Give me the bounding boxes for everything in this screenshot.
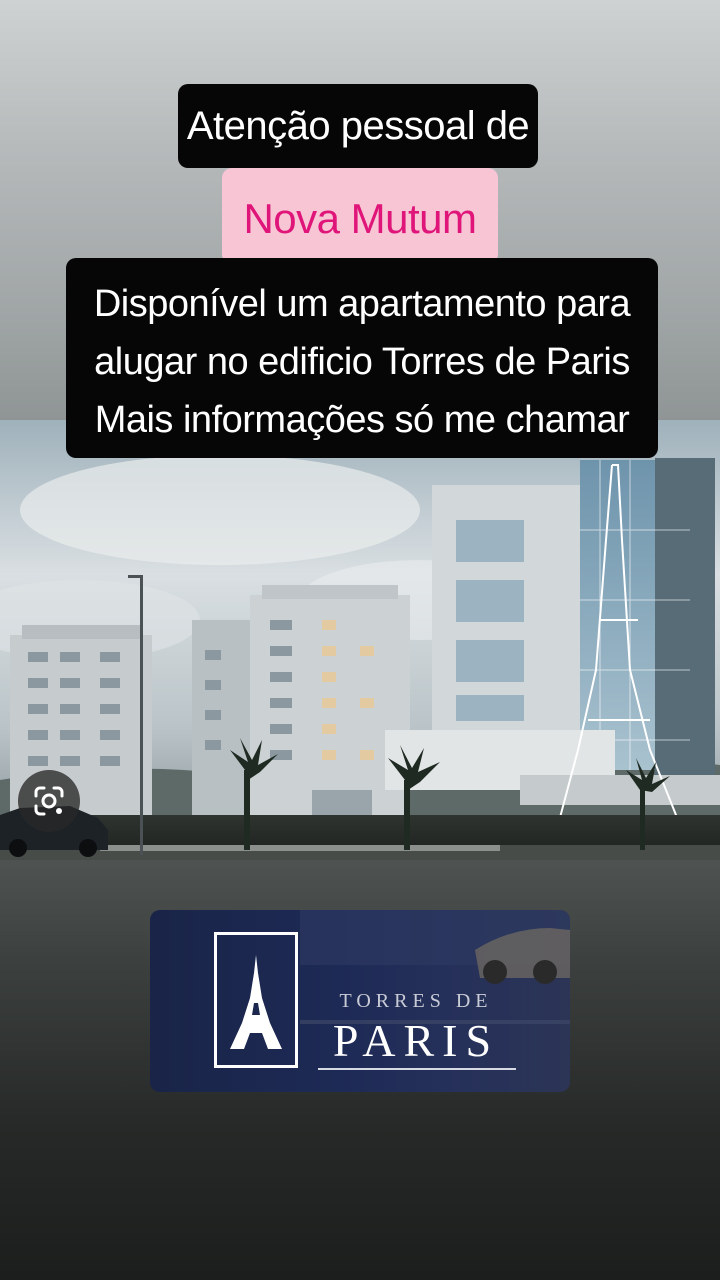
caption-para-line-2: alugar no edificio Torres de Paris xyxy=(94,341,630,383)
caption-para-line-3: Mais informações só me chamar xyxy=(94,399,630,441)
building-render-image xyxy=(0,420,720,860)
logo-title-top: TORRES DE xyxy=(339,990,493,1012)
logo-underline xyxy=(318,1068,516,1070)
logo-title-bottom: PARIS xyxy=(332,1015,500,1066)
caption-para-line-1: Disponível um apartamento para xyxy=(93,283,631,325)
caption-line-1: Atenção pessoal de xyxy=(186,104,530,148)
torres-de-paris-logo-card: TORRES DE PARIS xyxy=(150,910,570,1092)
building-render-svg xyxy=(0,420,720,860)
story-screen: { "story": { "line1": "Atenção pessoal d… xyxy=(0,0,720,1280)
lens-search-icon xyxy=(34,786,64,816)
lens-button[interactable] xyxy=(18,770,80,832)
caption-line-2: Nova Mutum xyxy=(243,195,477,242)
eiffel-tower-icon xyxy=(230,955,282,1049)
logo-frame xyxy=(214,932,298,1068)
